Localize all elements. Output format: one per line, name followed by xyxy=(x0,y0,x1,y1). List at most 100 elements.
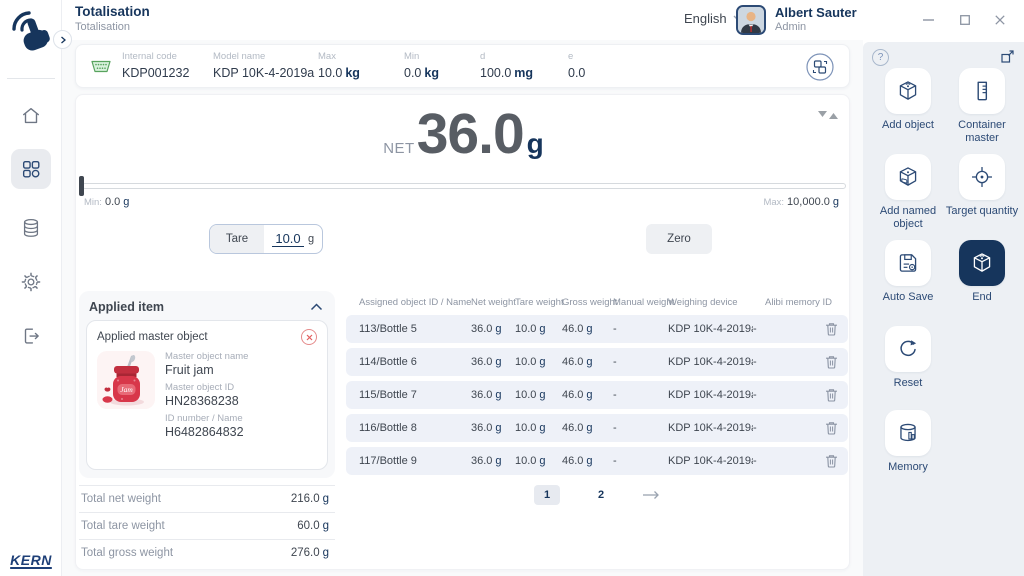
reset-button[interactable] xyxy=(885,326,931,372)
field-label: d xyxy=(480,51,533,62)
remove-applied-object-button[interactable] xyxy=(301,329,317,345)
field-internal-code: Internal code KDP001232 xyxy=(122,51,189,82)
field-label: e xyxy=(568,51,585,62)
total-value: 276.0g xyxy=(291,547,329,559)
sidebar-item-database[interactable] xyxy=(11,208,51,248)
action-auto-save[interactable]: Auto Save xyxy=(871,240,945,304)
zero-button[interactable]: Zero xyxy=(646,224,712,254)
sidebar-item-settings[interactable] xyxy=(11,262,51,302)
add-object-button[interactable] xyxy=(885,68,931,114)
page-2-button[interactable]: 2 xyxy=(588,485,614,505)
weighings-table: Assigned object ID / Name Net weight Tar… xyxy=(346,297,848,480)
apps-grid-icon xyxy=(20,158,42,180)
table-row[interactable]: 117/Bottle 9 36.0g 10.0g 46.0g - KDP 10K… xyxy=(346,447,848,475)
table-pagination: 1 2 xyxy=(346,485,848,505)
applied-field-value: HN28368238 xyxy=(165,394,248,408)
table-row[interactable]: 116/Bottle 8 36.0g 10.0g 46.0g - KDP 10K… xyxy=(346,414,848,442)
master-object-image: Jam xyxy=(97,351,155,409)
table-row[interactable]: 114/Bottle 6 36.0g 10.0g 46.0g - KDP 10K… xyxy=(346,348,848,376)
range-min-label: Min: xyxy=(84,197,102,208)
col-header: Weighing device xyxy=(668,297,753,308)
window-minimize-button[interactable] xyxy=(918,10,938,30)
container-master-button[interactable] xyxy=(959,68,1005,114)
panel-expand-button[interactable] xyxy=(1000,49,1015,64)
delete-row-button[interactable] xyxy=(825,421,838,435)
action-label: Memory xyxy=(871,461,945,474)
tare-button[interactable]: Tare xyxy=(210,225,264,253)
weight-range-track[interactable] xyxy=(82,183,846,189)
app-window: KERN Totalisation Totalisation English A… xyxy=(0,0,1024,576)
container-icon xyxy=(969,78,995,104)
range-min-unit: g xyxy=(123,196,129,208)
language-selector[interactable]: English xyxy=(684,11,744,26)
chevron-right-icon xyxy=(59,36,67,44)
device-switch-icon[interactable] xyxy=(805,52,835,82)
table-row[interactable]: 113/Bottle 5 36.0g 10.0g 46.0g - KDP 10K… xyxy=(346,315,848,343)
user-name: Albert Sauter xyxy=(775,5,857,20)
field-unit: kg xyxy=(345,66,360,80)
close-icon xyxy=(995,15,1005,25)
next-page-button[interactable] xyxy=(642,490,660,500)
window-maximize-button[interactable] xyxy=(955,10,975,30)
range-min: Min:0.0g xyxy=(84,196,129,208)
weight-range-handle[interactable] xyxy=(79,176,84,196)
field-value: KDP001232 xyxy=(122,66,189,80)
delete-row-button[interactable] xyxy=(825,454,838,468)
auto-save-button[interactable] xyxy=(885,240,931,286)
delete-row-button[interactable] xyxy=(825,388,838,402)
arrow-right-icon xyxy=(642,490,660,500)
weight-mode-label: NET xyxy=(383,140,415,157)
totals-section: Total net weight 216.0g Total tare weigh… xyxy=(79,485,335,566)
add-named-object-button[interactable] xyxy=(885,154,931,200)
action-add-named-object[interactable]: Add named object xyxy=(871,154,945,230)
trash-icon xyxy=(825,388,838,402)
chevron-up-icon[interactable] xyxy=(310,303,323,311)
field-unit: kg xyxy=(424,66,439,80)
range-max-unit: g xyxy=(833,196,839,208)
sidebar-divider xyxy=(7,78,55,79)
action-target-quantity[interactable]: Target quantity xyxy=(945,154,1019,218)
reset-icon xyxy=(896,337,920,361)
table-header: Assigned object ID / Name Net weight Tar… xyxy=(346,297,848,308)
action-add-object[interactable]: Add object xyxy=(871,68,945,132)
action-end[interactable]: End xyxy=(945,240,1019,304)
field-min: Min 0.0kg xyxy=(404,51,439,82)
user-avatar[interactable] xyxy=(736,5,766,35)
col-header: Assigned object ID / Name xyxy=(359,297,471,308)
field-unit: mg xyxy=(514,66,533,80)
avatar-photo xyxy=(738,7,764,33)
weight-display: NET 36.0 g xyxy=(76,101,851,167)
delete-row-button[interactable] xyxy=(825,322,838,336)
field-value: 0.0 xyxy=(404,66,421,80)
page-1-button[interactable]: 1 xyxy=(534,485,560,505)
field-label: Model name xyxy=(213,51,314,62)
header-bar: Totalisation Totalisation English Albert… xyxy=(62,0,1024,40)
action-reset[interactable]: Reset xyxy=(871,326,945,390)
action-container-master[interactable]: Container master xyxy=(945,68,1019,144)
total-tare-row: Total tare weight 60.0g xyxy=(79,512,335,539)
trash-icon xyxy=(825,355,838,369)
end-button[interactable] xyxy=(959,240,1005,286)
memory-button[interactable] xyxy=(885,410,931,456)
kern-logo: KERN xyxy=(0,552,62,568)
delete-row-button[interactable] xyxy=(825,355,838,369)
total-label: Total net weight xyxy=(81,493,161,505)
main-content: Internal code KDP001232 Model name KDP 1… xyxy=(62,40,863,576)
window-close-button[interactable] xyxy=(990,10,1010,30)
action-memory[interactable]: Memory xyxy=(871,410,945,474)
total-net-row: Total net weight 216.0g xyxy=(79,485,335,512)
sidebar-item-logout[interactable] xyxy=(11,316,51,356)
page-title: Totalisation xyxy=(75,4,150,19)
target-quantity-button[interactable] xyxy=(959,154,1005,200)
sidebar-expand-button[interactable] xyxy=(53,30,72,49)
help-button[interactable]: ? xyxy=(872,49,889,66)
sidebar-item-home[interactable] xyxy=(11,96,51,136)
table-row[interactable]: 115/Bottle 7 36.0g 10.0g 46.0g - KDP 10K… xyxy=(346,381,848,409)
total-label: Total gross weight xyxy=(81,547,173,559)
action-label: Container master xyxy=(945,119,1019,144)
applied-item-panel: Applied item Applied master object xyxy=(79,291,335,478)
tare-input[interactable] xyxy=(272,231,304,247)
minimize-icon xyxy=(923,19,934,21)
trash-icon xyxy=(825,421,838,435)
sidebar-item-apps[interactable] xyxy=(11,149,51,189)
